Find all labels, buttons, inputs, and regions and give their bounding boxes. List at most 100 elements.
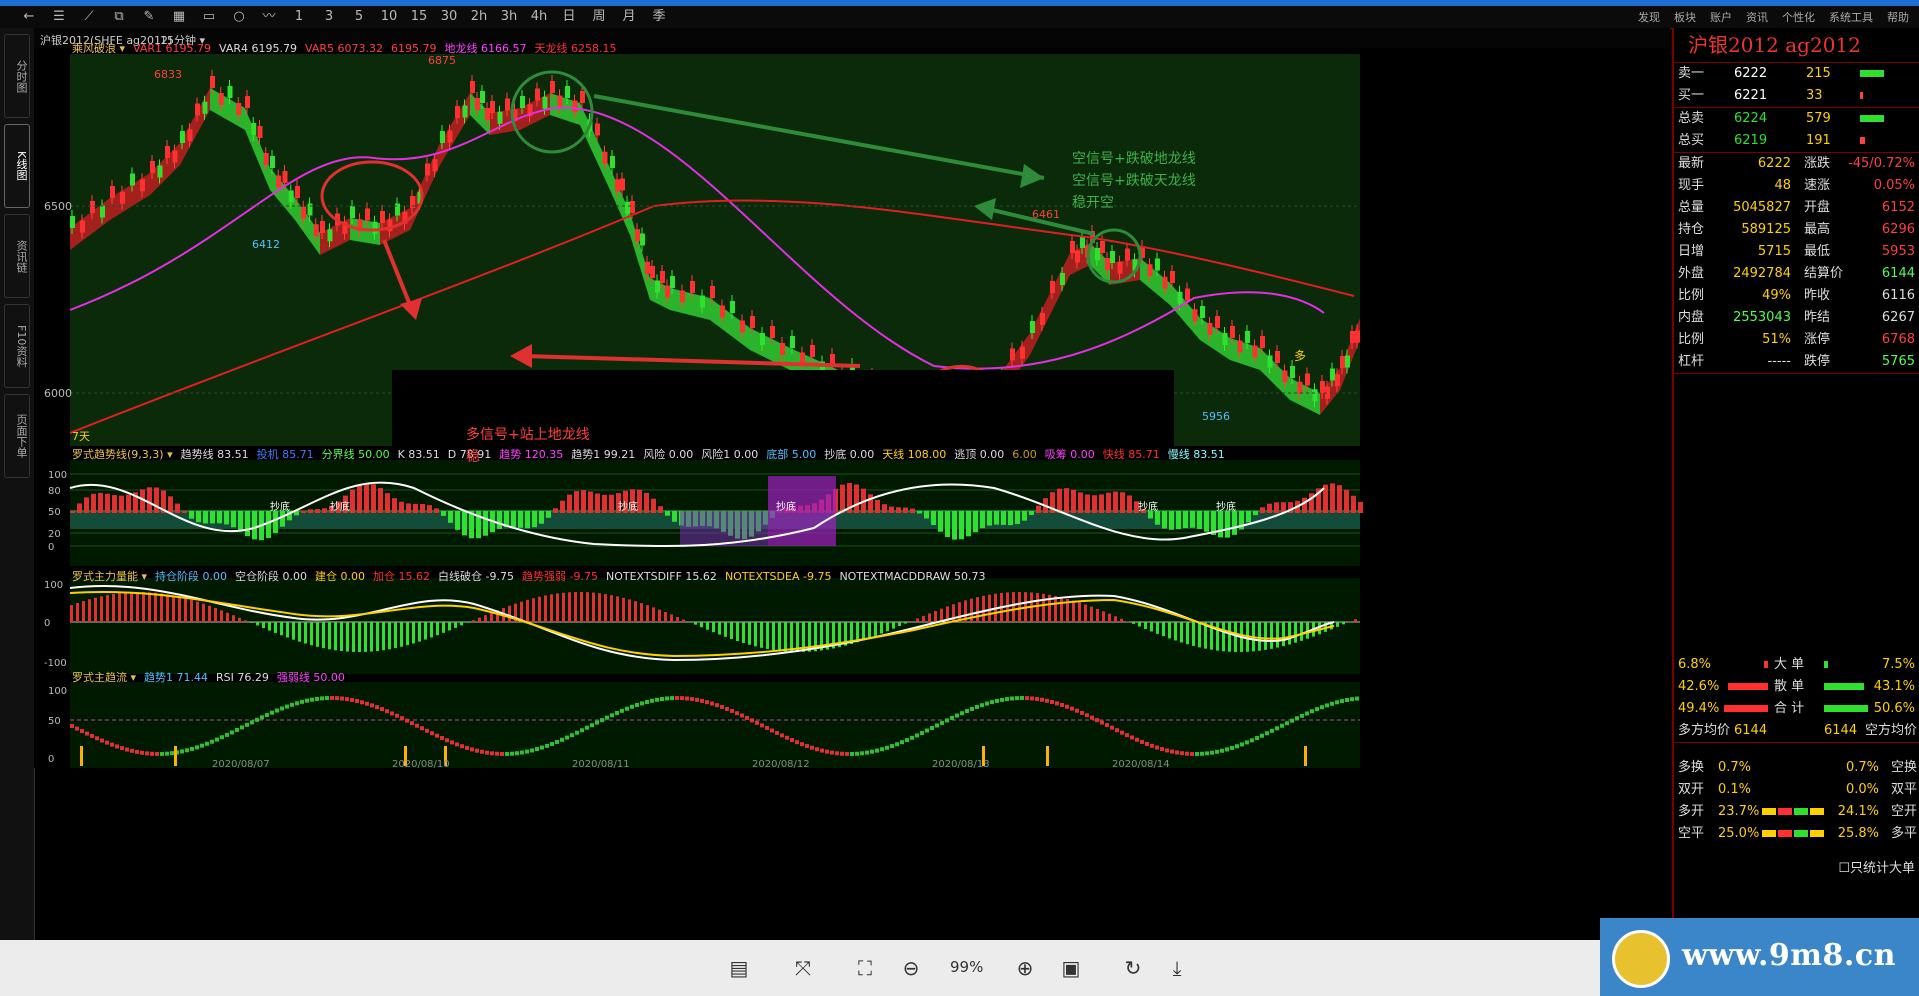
candle-body xyxy=(690,281,695,293)
ind3-dot xyxy=(1145,741,1149,746)
vertical-tab[interactable]: F10资料 xyxy=(4,304,30,388)
candle-body xyxy=(372,221,378,234)
period-button[interactable]: 30 xyxy=(434,8,464,26)
back-icon[interactable]: ← xyxy=(14,8,44,26)
ind3-dot xyxy=(670,696,674,701)
period-button[interactable]: 日 xyxy=(554,8,584,26)
line-chart-icon[interactable]: ⟋ xyxy=(74,8,104,26)
ind2-macd-bar xyxy=(574,592,577,622)
layout-icon[interactable]: ▤ xyxy=(722,954,756,982)
period-button[interactable]: 1 xyxy=(284,8,314,26)
large-order-only-checkbox[interactable]: ☐只统计大单 xyxy=(1674,845,1919,876)
ind2-macd-bar xyxy=(1354,619,1357,622)
pane-icon[interactable]: ▦ xyxy=(164,8,194,26)
draw-icon[interactable]: 〰 xyxy=(254,8,284,26)
indicator-name[interactable]: 乘风破浪 ▾ xyxy=(72,42,125,55)
window-icon[interactable]: ▭ xyxy=(194,8,224,26)
ind3-dot xyxy=(650,698,654,703)
ind2-axis-label: 100 xyxy=(44,580,63,591)
ind2-macd-bar xyxy=(730,622,733,640)
ind3-dot xyxy=(855,751,859,756)
menu-item[interactable]: 系统工具 xyxy=(1829,9,1873,25)
list-icon[interactable]: ☰ xyxy=(44,8,74,26)
menu-item[interactable]: 发现 xyxy=(1638,9,1660,25)
menu-item[interactable]: 资讯 xyxy=(1746,9,1768,25)
ind1-bar xyxy=(1127,495,1132,513)
legend-value: 底部 5.00 xyxy=(766,448,817,461)
ind1-bar xyxy=(1029,511,1034,515)
menu-item[interactable]: 板块 xyxy=(1674,9,1696,25)
indicator-name[interactable]: 罗式主力量能 ▾ xyxy=(72,570,147,583)
ind2-macd-bar xyxy=(1264,622,1267,650)
fullscreen-icon[interactable]: ⛶ xyxy=(848,954,882,982)
ind3-dot xyxy=(1180,751,1184,756)
candle-body xyxy=(1345,355,1350,368)
ind3-dot xyxy=(900,740,904,745)
period-button[interactable]: 3 xyxy=(314,8,344,26)
period-button[interactable]: 季 xyxy=(644,8,674,26)
candle-body xyxy=(572,100,578,113)
menu-item[interactable]: 个性化 xyxy=(1782,9,1815,25)
legend-value: 投机 85.71 xyxy=(256,448,314,461)
menu-item[interactable]: 账户 xyxy=(1710,9,1732,25)
candle-body xyxy=(236,103,242,115)
ind2-macd-bar xyxy=(790,622,793,652)
candle-body xyxy=(602,151,608,164)
zoom-out-icon[interactable]: ⊖ xyxy=(894,954,928,982)
ind1-bar xyxy=(875,499,880,513)
ind1-bar xyxy=(448,511,453,523)
period-button[interactable]: 周 xyxy=(584,8,614,26)
candle-icon[interactable]: ⧉ xyxy=(104,8,134,26)
indicator3-legend: 罗式主趋流 ▾ 趋势1 71.44 RSI 76.29 强弱线 50.00 xyxy=(72,669,353,685)
ind2-axis-label: 0 xyxy=(44,618,50,629)
rotate-icon[interactable]: ↻ xyxy=(1116,954,1150,982)
ind3-dot xyxy=(975,704,979,709)
ind3-dot xyxy=(550,741,554,746)
pen-icon[interactable]: ✎ xyxy=(134,8,164,26)
candle-body xyxy=(730,301,735,313)
indicator-name[interactable]: 罗式趋势线(9,3,3) ▾ xyxy=(72,448,173,461)
period-button[interactable]: 3h xyxy=(494,8,524,26)
ind1-bar xyxy=(1260,507,1265,513)
main-chart-area[interactable]: 65006000683368756412646159567天多100805020… xyxy=(34,48,1670,768)
ind2-macd-bar xyxy=(1072,600,1075,622)
fit-screen-icon[interactable]: ⤧ xyxy=(786,954,820,982)
download-icon[interactable]: ⤓ xyxy=(1160,954,1194,982)
quote-cell: 24.1% xyxy=(1837,804,1879,819)
ind1-bar xyxy=(525,511,530,529)
legend-value: 6195.79 xyxy=(390,42,437,55)
vertical-tab[interactable]: K线图 xyxy=(4,124,30,208)
period-button[interactable]: 4h xyxy=(524,8,554,26)
ind3-dot xyxy=(260,715,264,720)
ind2-macd-bar xyxy=(76,603,79,622)
ind2-macd-bar xyxy=(640,603,643,622)
candle-body xyxy=(1177,291,1183,304)
volume-bar xyxy=(1860,115,1884,122)
circle-icon[interactable]: ○ xyxy=(224,8,254,26)
ind2-macd-bar xyxy=(1078,602,1081,622)
period-button[interactable]: 15 xyxy=(404,8,434,26)
ind2-macd-bar xyxy=(1288,622,1291,645)
ind3-dot xyxy=(640,701,644,706)
ind2-macd-bar xyxy=(460,622,463,626)
period-button[interactable]: 5 xyxy=(344,8,374,26)
zoom-in-icon[interactable]: ⊕ xyxy=(1008,954,1042,982)
menu-item[interactable]: 帮助 xyxy=(1887,9,1909,25)
ind1-bar xyxy=(910,508,915,513)
ind2-macd-bar xyxy=(1132,622,1135,624)
quote-field-row: 总量 5045827 开盘 6152 xyxy=(1674,197,1919,219)
period-button[interactable]: 10 xyxy=(374,8,404,26)
quote-cell: 跌停 xyxy=(1804,354,1831,369)
ind1-bar xyxy=(203,511,208,524)
quote-cell: 双开 xyxy=(1678,782,1705,797)
vertical-tab[interactable]: 分时图 xyxy=(4,34,30,118)
period-button[interactable]: 月 xyxy=(614,8,644,26)
vertical-tab[interactable]: 资讯链 xyxy=(4,214,30,298)
ind3-dot xyxy=(310,697,314,702)
actual-size-icon[interactable]: ▣ xyxy=(1054,954,1088,982)
period-button[interactable]: 2h xyxy=(464,8,494,26)
indicator-name[interactable]: 罗式主趋流 ▾ xyxy=(72,671,136,684)
candle-body xyxy=(288,190,294,203)
vertical-tab[interactable]: 页面下单 xyxy=(4,394,30,478)
ind3-dot xyxy=(930,726,934,731)
